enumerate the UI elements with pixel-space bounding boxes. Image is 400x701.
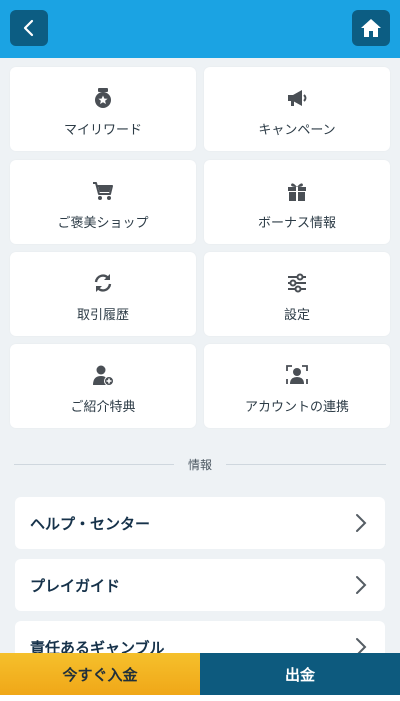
bottom-action-bar: 今すぐ入金 出金	[0, 653, 400, 695]
info-section-divider: 情報	[14, 455, 386, 475]
menu-card-label: ご褒美ショップ	[57, 216, 149, 231]
menu-card-label: キャンペーン	[258, 123, 336, 138]
menu-card-referral-bonus[interactable]: ご紹介特典	[10, 344, 196, 428]
menu-card-label: マイリワード	[63, 123, 142, 138]
chevron-right-icon	[356, 514, 367, 532]
home-button[interactable]	[352, 10, 390, 46]
info-row-label: ヘルプ・センター	[30, 515, 151, 533]
menu-card-account-link[interactable]: アカウントの連携	[204, 344, 390, 428]
home-icon	[361, 19, 381, 37]
cart-icon	[93, 182, 113, 200]
menu-card-bonus-info[interactable]: ボーナス情報	[204, 160, 390, 244]
refresh-icon	[94, 274, 112, 292]
chevron-right-icon	[356, 576, 367, 594]
back-button[interactable]	[10, 10, 48, 46]
gift-icon	[288, 183, 306, 201]
info-row-label: プレイガイド	[30, 577, 121, 595]
top-bar	[0, 0, 400, 58]
withdraw-button[interactable]: 出金	[200, 653, 400, 695]
menu-card-settings[interactable]: 設定	[204, 252, 390, 336]
menu-card-campaigns[interactable]: キャンペーン	[204, 67, 390, 151]
menu-card-label: 取引履歴	[76, 308, 129, 323]
footer-strip	[0, 695, 400, 701]
menu-card-label: 設定	[283, 308, 310, 323]
megaphone-icon	[288, 90, 307, 106]
account-link-icon	[286, 365, 308, 384]
medal-icon	[95, 88, 111, 108]
menu-card-reward-shop[interactable]: ご褒美ショップ	[10, 160, 196, 244]
divider-line	[226, 464, 386, 465]
sliders-icon	[288, 273, 306, 293]
chevron-left-icon	[23, 19, 34, 37]
deposit-button[interactable]: 今すぐ入金	[0, 653, 200, 695]
user-plus-icon	[93, 365, 114, 386]
menu-card-my-rewards[interactable]: マイリワード	[10, 67, 196, 151]
menu-card-label: ご紹介特典	[70, 400, 136, 415]
info-row-play-guide[interactable]: プレイガイド	[15, 559, 385, 611]
menu-card-label: ボーナス情報	[257, 216, 336, 231]
info-row-help-center[interactable]: ヘルプ・センター	[15, 497, 385, 549]
menu-card-transaction-history[interactable]: 取引履歴	[10, 252, 196, 336]
menu-card-label: アカウントの連携	[244, 400, 349, 415]
